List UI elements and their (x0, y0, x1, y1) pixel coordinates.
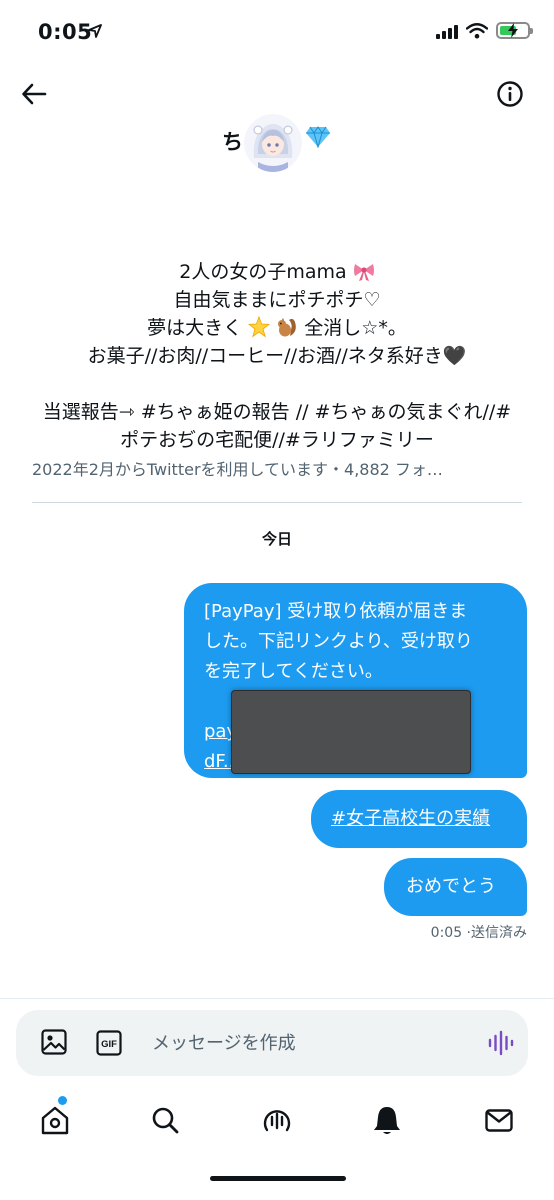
profile-bio: 2人の女の子mama 自由気ままにポチポチ♡ 夢は大きく 全消し☆*。 お菓子/… (0, 258, 554, 454)
wifi-icon (466, 22, 488, 38)
profile-name: ち (222, 130, 243, 154)
divider (32, 502, 522, 503)
message-bubble-congrats[interactable]: おめでとう (384, 858, 527, 916)
back-arrow-icon[interactable] (20, 80, 48, 108)
status-indicators (436, 22, 533, 39)
home-icon[interactable] (40, 1104, 70, 1136)
bio-line-3a: 夢は大きく (147, 317, 243, 339)
notifications-icon[interactable] (372, 1104, 402, 1136)
glowing-star-emoji-icon (248, 316, 271, 338)
chipmunk-emoji-icon (278, 318, 297, 337)
spaces-icon[interactable] (262, 1104, 292, 1136)
charging-bolt-icon (508, 23, 518, 38)
notification-dot (58, 1096, 67, 1105)
cellular-signal-icon (436, 23, 458, 39)
message-text: した。下記リンクより、受け取り (204, 631, 473, 652)
search-icon[interactable] (150, 1104, 180, 1136)
home-indicator (210, 1176, 346, 1181)
ribbon-emoji-icon (353, 264, 374, 281)
date-separator: 今日 (261, 530, 292, 548)
voice-message-icon[interactable] (487, 1029, 515, 1057)
gem-emoji-icon (306, 126, 330, 148)
status-time: 0:05 (38, 20, 93, 44)
bio-line-6[interactable]: ポテおぢの宅配便//#ラリファミリー (0, 426, 554, 454)
status-bar: 0:05 (0, 0, 554, 60)
bio-line-2: 自由気ままにポチポチ♡ (173, 289, 381, 311)
message-text: [PayPay] 受け取り依頼が届きま (204, 601, 468, 622)
message-input[interactable] (152, 1026, 452, 1060)
message-status: 0:05 ·送信済み (430, 925, 527, 941)
message-text: を完了してください。 (204, 661, 383, 682)
bio-line-3b: 全消し☆*。 (304, 317, 407, 339)
image-icon[interactable] (40, 1028, 68, 1056)
battery-icon (496, 22, 533, 39)
info-icon[interactable] (496, 80, 524, 108)
bio-line-5[interactable]: 当選報告⇾ #ちゃぁ姫の報告 // #ちゃぁの気まぐれ//# (0, 398, 554, 426)
gif-icon[interactable]: GIF (96, 1030, 122, 1056)
avatar[interactable] (244, 114, 302, 172)
location-arrow-icon (88, 24, 102, 38)
bio-line-1: 2人の女の子mama (179, 261, 347, 283)
messages-icon[interactable] (484, 1104, 514, 1136)
message-bubble-hashtag[interactable]: #女子高校生の実績 (311, 790, 527, 848)
bio-line-4: お菓子//お肉//コーヒー//お酒//ネタ系好き🖤 (87, 345, 467, 367)
svg-text:GIF: GIF (101, 1039, 117, 1050)
divider (0, 998, 554, 999)
redaction-overlay (231, 690, 471, 774)
joined-date: 2022年2月からTwitterを利用しています・4,882 フォ… (32, 460, 443, 479)
